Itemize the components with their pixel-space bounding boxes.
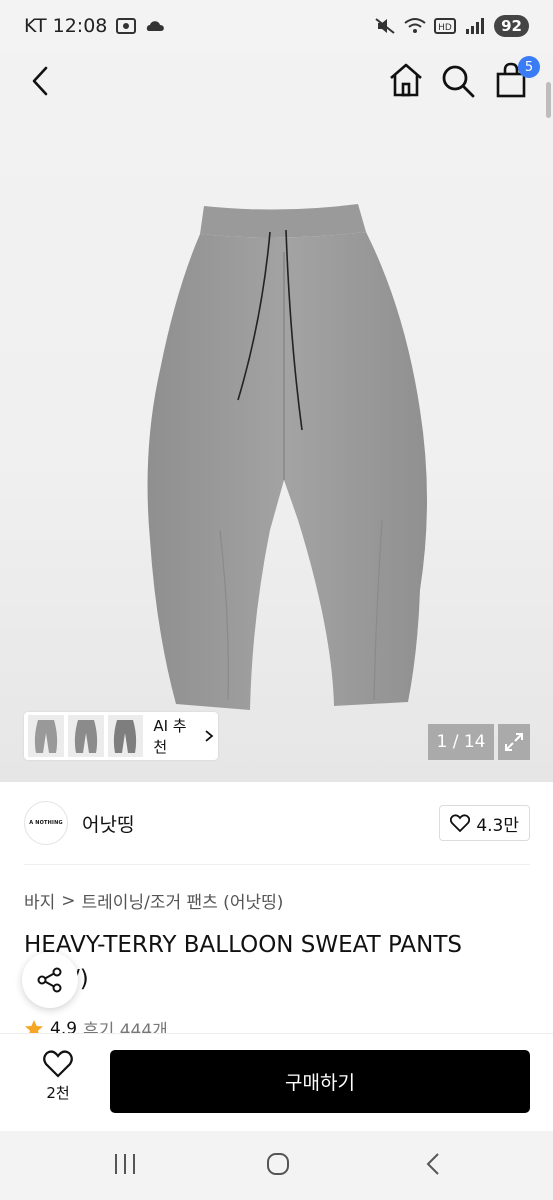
carrier-time: KT 12:08: [24, 15, 108, 37]
buy-button[interactable]: 구매하기: [110, 1050, 530, 1113]
heart-icon: [43, 1050, 73, 1078]
screenshot-icon: [116, 18, 137, 34]
brand-logo[interactable]: A NOTHING: [24, 801, 68, 845]
hd-icon: HD: [434, 18, 457, 34]
breadcrumb-subcategory[interactable]: 트레이닝/조거 팬츠 (어낫띵): [82, 888, 284, 913]
mute-icon: [375, 18, 395, 34]
thumbnail-1[interactable]: [28, 715, 64, 757]
back-arrow-icon[interactable]: [26, 62, 56, 100]
back-nav-icon[interactable]: [424, 1152, 442, 1176]
ai-recommend-button[interactable]: AI 추천: [153, 715, 214, 757]
product-title-line1: HEAVY-TERRY BALLOON SWEAT PANTS: [24, 932, 462, 958]
heart-icon: [450, 814, 471, 832]
cloud-icon: [147, 21, 165, 31]
recents-icon[interactable]: [112, 1152, 138, 1176]
product-title: HEAVY-TERRY BALLOON SWEAT PANTS /): [24, 928, 524, 996]
battery-indicator: 92: [494, 15, 529, 37]
image-counter: 1 / 14: [428, 724, 494, 760]
share-icon: [37, 967, 62, 993]
scroll-indicator: [546, 82, 551, 118]
expand-icon: [505, 733, 523, 751]
wish-count: 2천: [46, 1084, 70, 1102]
status-bar: KT 12:08 HD 92: [0, 0, 553, 52]
wifi-icon: [404, 18, 426, 33]
product-title-line2: /): [72, 966, 89, 992]
search-icon[interactable]: [440, 60, 476, 100]
chevron-right-icon: [205, 730, 214, 742]
thumbnail-strip[interactable]: AI 추천: [24, 712, 218, 760]
svg-text:HD: HD: [438, 23, 452, 33]
breadcrumb-category[interactable]: 바지: [24, 888, 55, 913]
thumbnail-2[interactable]: [67, 715, 104, 757]
thumbnail-3[interactable]: [107, 715, 144, 757]
cart-button[interactable]: 5: [492, 56, 540, 100]
brand-like-button[interactable]: 4.3만: [439, 805, 530, 841]
breadcrumb-separator: >: [61, 890, 76, 911]
cart-count-badge: 5: [518, 56, 540, 78]
brand-row: A NOTHING 어낫띵 4.3만: [24, 800, 530, 846]
share-button[interactable]: [22, 952, 78, 1008]
divider: [24, 864, 530, 865]
brand-name[interactable]: 어낫띵: [82, 810, 134, 837]
product-photo[interactable]: [120, 200, 440, 720]
home-icon[interactable]: [386, 60, 426, 100]
signal-icon: [466, 18, 485, 34]
breadcrumb: 바지 > 트레이닝/조거 팬츠 (어낫띵): [24, 888, 284, 914]
brand-like-count: 4.3만: [476, 815, 519, 836]
ai-recommend-label: AI 추천: [153, 717, 187, 756]
expand-button[interactable]: [498, 724, 530, 760]
wish-button[interactable]: 2천: [30, 1050, 86, 1114]
home-nav-icon[interactable]: [266, 1152, 290, 1176]
